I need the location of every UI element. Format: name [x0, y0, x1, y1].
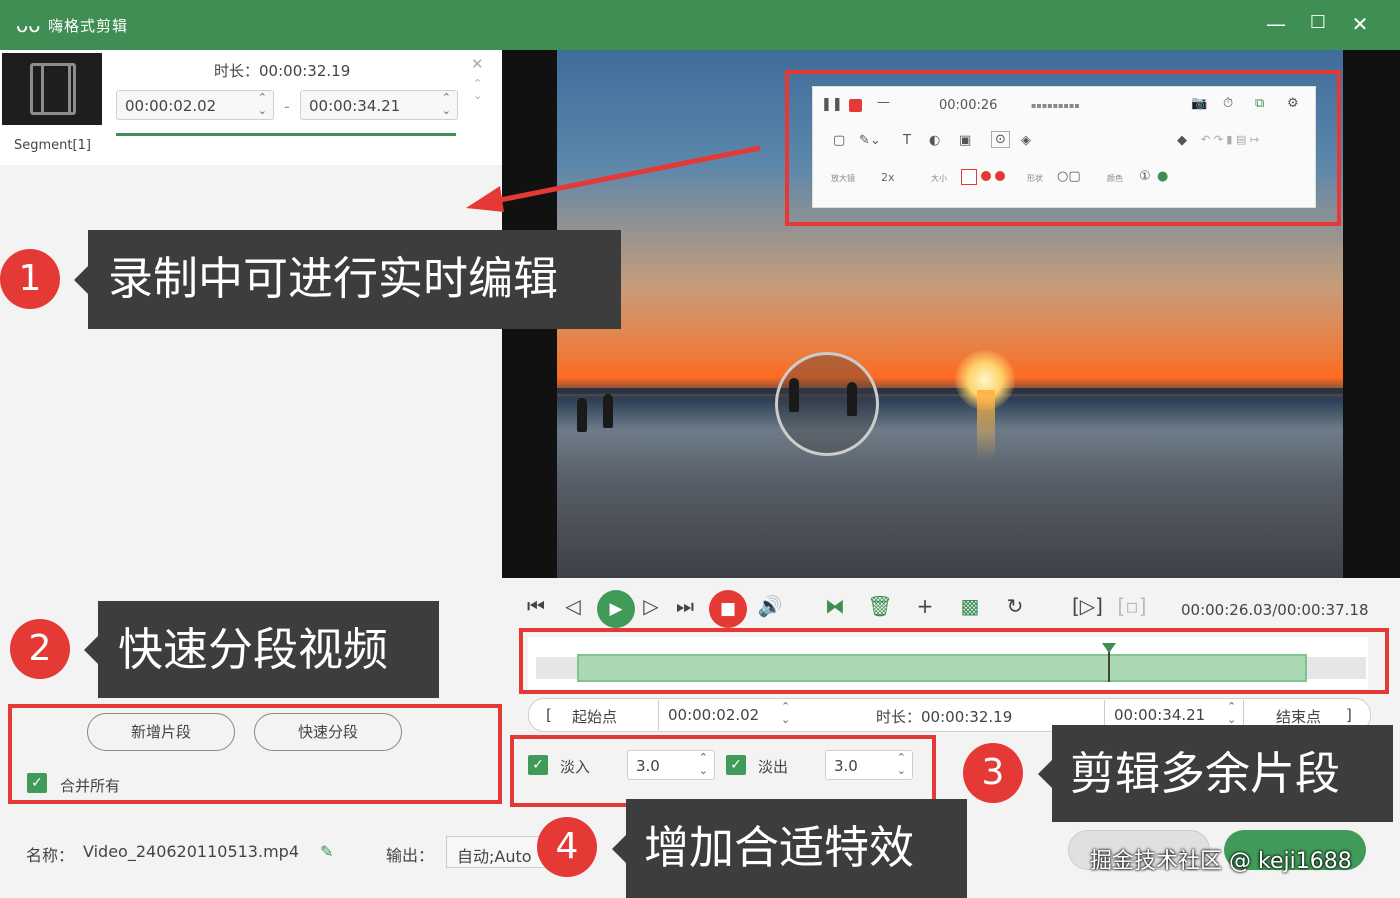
watermark: 掘金技术社区 @ keji1688 — [1090, 849, 1352, 874]
app-title: 嗨格式剪辑 — [48, 17, 129, 35]
set-start-button[interactable]: 起始点 — [572, 706, 617, 727]
skip-end-icon[interactable]: ⏭ — [670, 594, 700, 618]
segment-end-input[interactable]: 00:00:34.21 ⌃ ⌄ — [300, 90, 458, 120]
callout-number: 4 — [537, 817, 597, 877]
volume-icon[interactable]: 🔊 — [755, 594, 785, 618]
maximize-button[interactable]: ☐ — [1303, 12, 1333, 33]
silhouette — [847, 382, 857, 416]
segment-duration: 时长：00:00:32.19 — [214, 62, 351, 80]
file-name: Video_240620110513.mp4 — [83, 842, 299, 861]
step-back-icon[interactable]: ◁ — [558, 594, 588, 618]
time-readout: 00:00:26.03/00:00:37.18 — [1181, 601, 1369, 619]
copy-icon[interactable]: ▩ — [955, 594, 985, 618]
title-bar: ᴗᴗ 嗨格式剪辑 — ☐ ✕ — [0, 0, 1400, 50]
step-forward-icon[interactable]: ▷ — [636, 594, 666, 618]
skip-start-icon[interactable]: ⏮ — [521, 594, 551, 618]
edit-name-icon[interactable]: ✎ — [320, 842, 333, 861]
play-range-icon[interactable]: [▷] — [1072, 594, 1103, 618]
rabbit-logo-icon: ᴗᴗ — [16, 13, 41, 37]
callout-1-highlight — [785, 70, 1341, 226]
name-label: 名称： — [26, 846, 75, 865]
segment-progress-line — [116, 133, 456, 136]
stop-button[interactable]: ■ — [709, 590, 747, 628]
callout-label: 录制中可进行实时编辑 — [74, 230, 621, 329]
stepper-arrows-icon[interactable]: ⌃ ⌄ — [442, 91, 451, 117]
arrow-icon — [466, 145, 761, 212]
callout-label: 快速分段视频 — [84, 601, 439, 698]
silhouette — [603, 394, 613, 428]
stepper-arrows-icon[interactable]: ⌃ ⌄ — [258, 91, 267, 117]
callout-label: 剪辑多余片段 — [1038, 725, 1393, 822]
split-icon[interactable]: ⧓ — [820, 594, 850, 618]
output-label: 输出： — [386, 846, 435, 865]
minimize-button[interactable]: — — [1261, 12, 1291, 36]
callout-2-highlight — [8, 704, 502, 804]
play-button[interactable]: ▶ — [597, 590, 635, 628]
callout-4-highlight — [510, 735, 936, 807]
segment-thumbnail[interactable] — [2, 53, 102, 125]
range-separator: - — [284, 97, 290, 116]
callout-number: 2 — [10, 619, 70, 679]
callout-number: 3 — [963, 743, 1023, 803]
set-end-button[interactable]: 结束点 — [1276, 706, 1321, 727]
trim-start-input[interactable]: 00:00:02.02 ⌃ ⌄ — [658, 700, 796, 730]
segment-close-icon[interactable]: ✕ — [471, 55, 484, 73]
stepper-arrows-icon[interactable]: ⌃ ⌄ — [781, 700, 790, 726]
delete-icon[interactable]: 🗑 — [865, 594, 895, 618]
close-button[interactable]: ✕ — [1345, 12, 1375, 36]
segment-start-input[interactable]: 00:00:02.02 ⌃ ⌄ — [116, 90, 274, 120]
trim-duration: 时长：00:00:32.19 — [876, 708, 1013, 726]
callout-number: 1 — [0, 249, 60, 309]
silhouette — [577, 398, 587, 432]
film-icon — [30, 63, 76, 115]
callout-3-highlight — [519, 628, 1389, 694]
callout-label: 增加合适特效 — [612, 799, 967, 898]
add-icon[interactable]: + — [910, 594, 940, 618]
crop-icon[interactable]: [▫] — [1117, 594, 1147, 618]
segment-label: Segment[1] — [14, 138, 91, 153]
stepper-arrows-icon[interactable]: ⌃ ⌄ — [1227, 700, 1236, 726]
segment-reorder-icon[interactable]: ⌃ ⌄ — [473, 78, 482, 102]
output-select[interactable]: 自动;Auto — [446, 836, 546, 868]
reset-icon[interactable]: ↻ — [1000, 594, 1030, 618]
silhouette — [789, 378, 799, 412]
